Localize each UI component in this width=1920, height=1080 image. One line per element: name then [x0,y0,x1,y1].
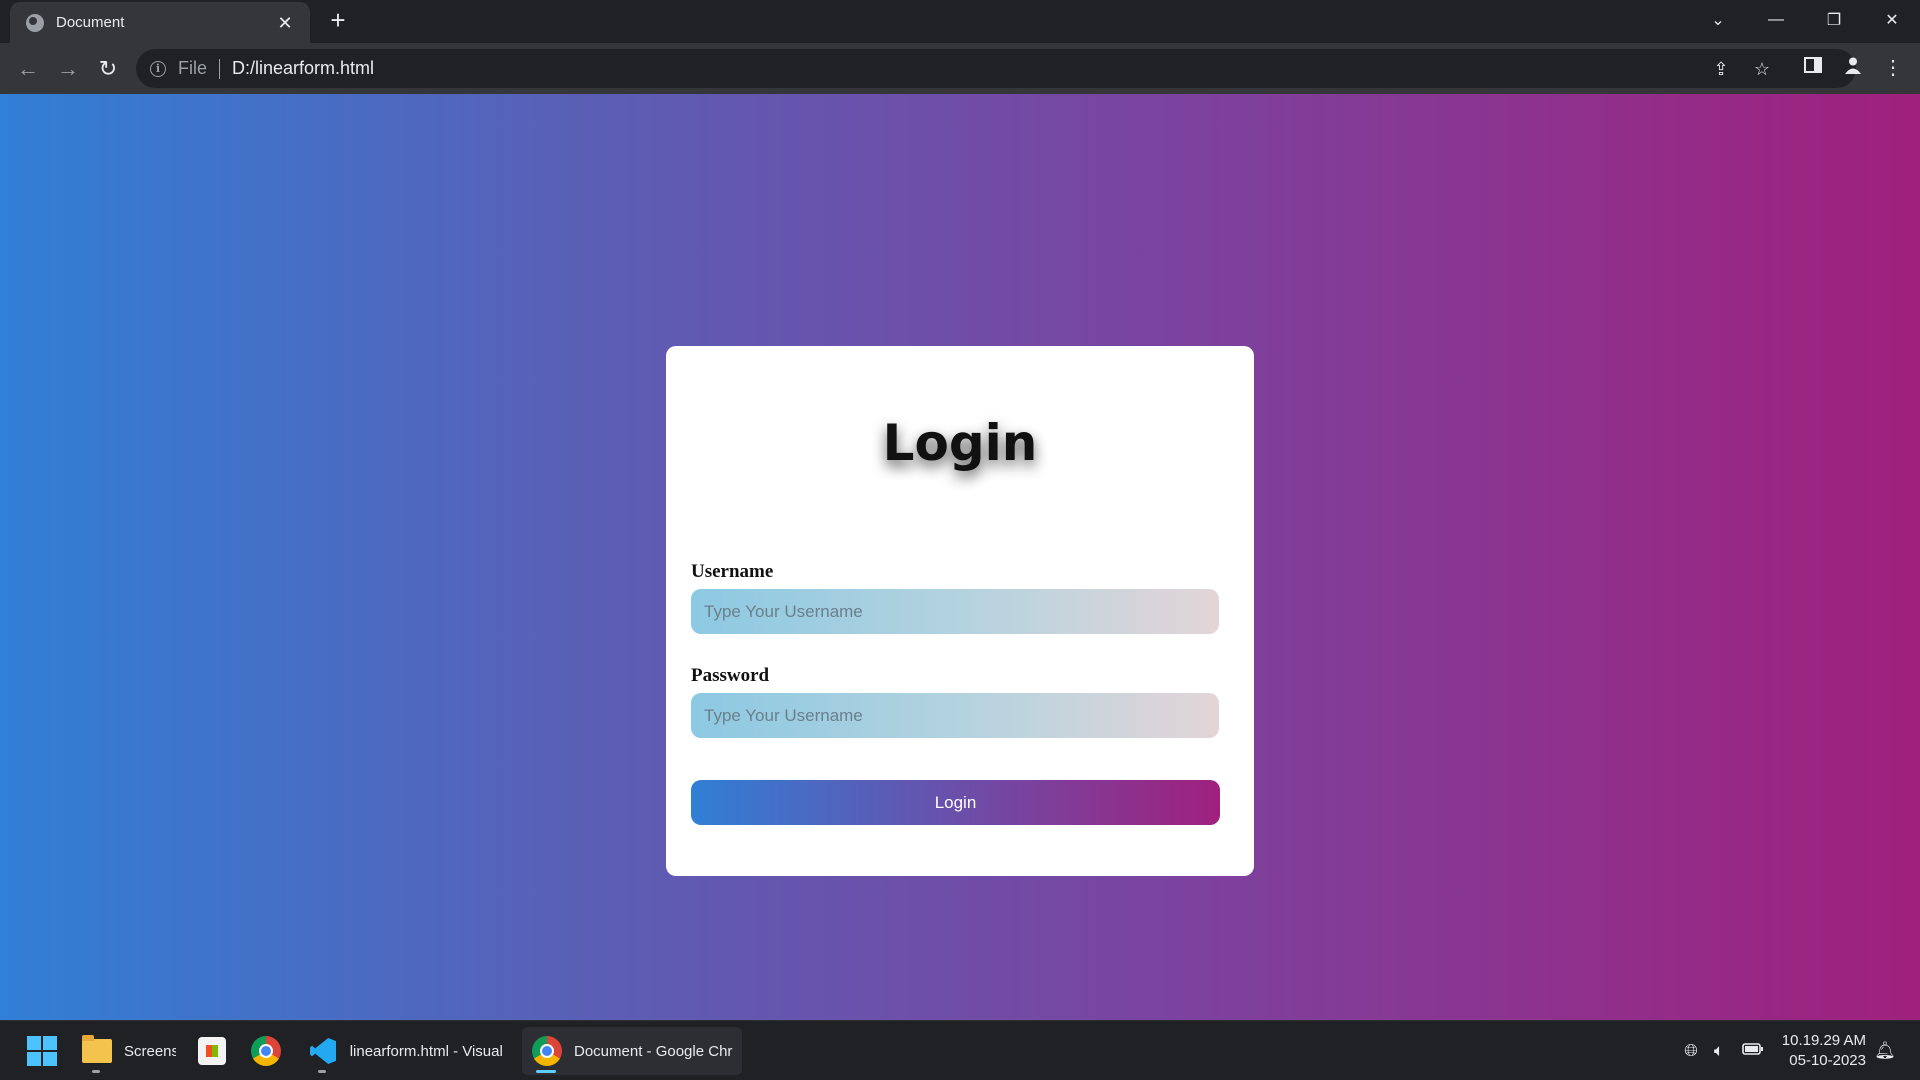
tab-search-icon[interactable]: ⌄ [1690,0,1746,40]
running-indicator [92,1070,100,1073]
side-panel-icon[interactable] [1800,55,1826,81]
system-clock[interactable]: 10.19.29 AM 05-10-2023 [1766,1031,1866,1071]
password-label: Password [691,665,770,686]
tab-title: Document [56,14,125,31]
password-input[interactable] [691,693,1219,738]
bookmark-star-icon[interactable]: ☆ [1751,58,1773,80]
taskbar-app-label: Screens [124,1042,176,1060]
minimize-button[interactable]: — [1748,0,1804,40]
clock-time: 10.19.29 AM [1781,1032,1866,1049]
page-viewport: Login Username Password Login [0,94,1920,1020]
forward-button[interactable]: → [54,55,82,83]
browser-toolbar: ← → ↻ i File D:/linearform.html ⇪ ☆ ⋮ [0,43,1920,94]
network-globe-icon[interactable]: 🌐︎ [1680,1040,1702,1062]
notification-bell-icon[interactable]: 🔔︎ [1874,1040,1896,1062]
chrome-icon [251,1036,281,1066]
username-input[interactable] [691,589,1219,634]
taskbar-app-store[interactable] [194,1027,230,1075]
profile-icon[interactable] [1840,55,1866,81]
store-icon [198,1037,226,1065]
menu-icon[interactable]: ⋮ [1880,55,1906,81]
info-icon[interactable]: i [150,60,166,77]
browser-tab[interactable]: Document ✕ [10,2,310,43]
new-tab-button[interactable]: + [324,6,352,34]
running-indicator [318,1070,326,1073]
active-indicator [536,1070,556,1073]
login-card: Login Username Password Login [666,346,1254,876]
windows-logo-icon [27,1036,57,1066]
login-title: Login [882,414,1038,472]
taskbar-app-chrome[interactable] [248,1027,284,1075]
globe-icon [26,13,44,32]
url-text[interactable]: D:/linearform.html [232,58,374,79]
share-icon[interactable]: ⇪ [1710,58,1732,80]
username-label: Username [691,561,774,582]
back-button[interactable]: ← [14,55,42,83]
taskbar-app-file-explorer[interactable]: Screens [78,1027,176,1075]
taskbar-app-label: Document - Google Chr [574,1042,733,1060]
url-scheme: File [178,58,208,78]
chrome-icon [532,1036,562,1066]
start-button[interactable] [22,1027,62,1075]
reload-button[interactable]: ↻ [94,55,122,83]
volume-icon[interactable]: 🔈︎ [1708,1040,1730,1062]
close-window-button[interactable]: ✕ [1864,0,1920,40]
clock-date: 05-10-2023 [1789,1052,1866,1069]
vscode-icon [308,1036,338,1066]
taskbar-app-label: linearform.html - Visual [349,1042,503,1060]
close-tab-icon[interactable]: ✕ [274,12,296,34]
taskbar-app-chrome-document[interactable]: Document - Google Chr [522,1027,742,1075]
url-separator [219,58,221,79]
taskbar: Screens linearform.html - Visual Documen… [0,1020,1920,1080]
folder-icon [82,1035,112,1063]
login-button[interactable]: Login [691,780,1220,825]
restore-button[interactable]: ❐ [1806,0,1862,40]
tab-strip: Document ✕ + ⌄ — ❐ ✕ [0,0,1920,43]
battery-icon[interactable] [1742,1040,1764,1062]
address-bar[interactable]: i File D:/linearform.html ⇪ ☆ [136,49,1856,88]
taskbar-app-vscode[interactable]: linearform.html - Visual [304,1027,518,1075]
